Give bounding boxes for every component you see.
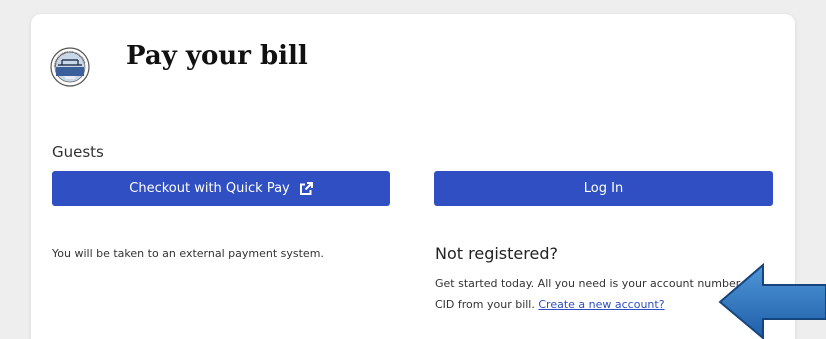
page-title: Pay your bill xyxy=(126,41,308,71)
external-payment-note: You will be taken to an external payment… xyxy=(52,247,324,260)
login-button[interactable]: Log In xyxy=(434,171,773,206)
arrow-left-icon xyxy=(718,262,826,339)
guests-label: Guests xyxy=(52,143,104,161)
login-label: Log In xyxy=(583,181,624,196)
create-account-link[interactable]: Create a new account? xyxy=(538,298,664,311)
city-seal-logo: DEPARTMENT OF UTILITIES xyxy=(50,47,90,87)
checkout-quick-pay-button[interactable]: Checkout with Quick Pay xyxy=(52,171,390,206)
not-registered-heading: Not registered? xyxy=(435,244,558,263)
checkout-quick-pay-label: Checkout with Quick Pay xyxy=(129,181,290,196)
external-link-icon xyxy=(299,181,313,196)
